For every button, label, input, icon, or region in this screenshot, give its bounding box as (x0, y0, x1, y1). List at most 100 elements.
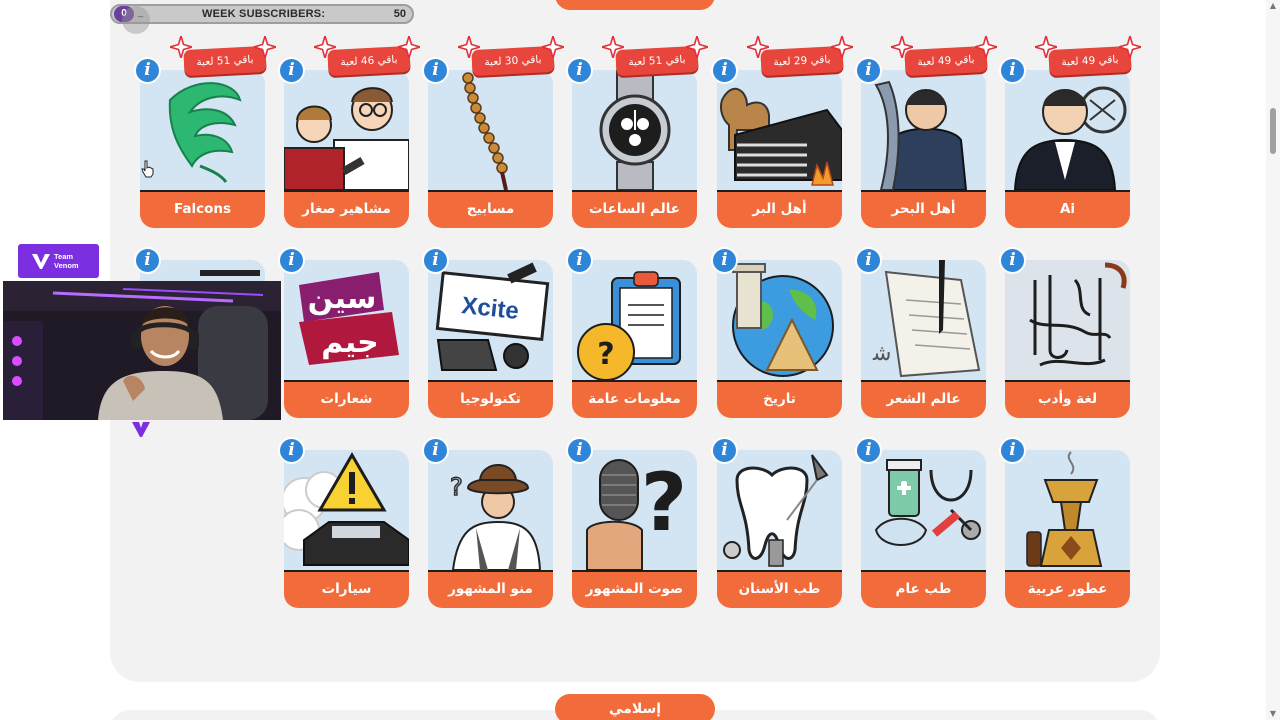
category-card-kids-celebrities[interactable]: i باقي 46 لعبة مشاهير صغار (278, 36, 420, 228)
info-icon[interactable]: i (855, 247, 882, 274)
arabic-calligraphy-icon (1005, 260, 1130, 380)
category-card-who-is-famous[interactable]: i ? منو المشهور (422, 437, 553, 608)
section-header-islamic[interactable]: إسلامي (555, 694, 715, 720)
info-icon[interactable]: i (711, 437, 738, 464)
category-label: عطور عربية (1005, 570, 1130, 608)
info-icon[interactable]: i (134, 57, 161, 84)
category-card-arabic-perfumes[interactable]: i عطور عربية (999, 437, 1130, 608)
info-icon[interactable]: i (711, 57, 738, 84)
category-label: طب الأسنان (717, 570, 842, 608)
category-label: طب عام (861, 570, 986, 608)
incense-burner-icon (1005, 450, 1130, 570)
team-badge: Team Venom (18, 244, 99, 278)
category-label: أهل البر (717, 190, 842, 228)
info-icon[interactable]: i (999, 437, 1026, 464)
info-icon[interactable]: i (422, 247, 449, 274)
info-icon[interactable]: i (855, 437, 882, 464)
clipboard-question-icon: ? (572, 260, 697, 380)
info-icon[interactable]: i (278, 57, 305, 84)
category-label: تاريخ (717, 380, 842, 418)
info-icon[interactable]: i (566, 247, 593, 274)
category-card-general-knowledge[interactable]: i ? معلومات عامة (566, 247, 697, 418)
section-header-pill-top[interactable] (555, 0, 715, 10)
tooth-icon (717, 450, 842, 570)
week-subscribers-goal-bar: 0 _ WEEK SUBSCRIBERS: 50 (110, 4, 414, 24)
poetry-paper-icon: ﺷ (861, 260, 986, 380)
sparkle-icon (1119, 36, 1141, 58)
kids-celebrities-icon (284, 70, 409, 190)
fisherman-icon (861, 70, 986, 190)
webcam-feed (3, 281, 281, 420)
info-icon[interactable]: i (999, 57, 1026, 84)
category-card-language-literature[interactable]: i لغة وأدب (999, 247, 1130, 418)
category-card-famous-voice[interactable]: i ? صوت المشهور (566, 437, 697, 608)
category-card-cars[interactable]: i سيارات (278, 437, 409, 608)
car-warning-icon (284, 450, 409, 570)
category-card-logos[interactable]: i سين جيم شعارات (278, 247, 409, 418)
category-label: صوت المشهور (572, 570, 697, 608)
page-scrollbar[interactable]: ▲ ▼ (1266, 0, 1280, 720)
category-label: شعارات (284, 380, 409, 418)
info-icon[interactable]: i (999, 247, 1026, 274)
category-card-sea-people[interactable]: i باقي 49 لعبة أهل البحر (855, 36, 997, 228)
globe-history-icon (717, 260, 842, 380)
category-card-general-medicine[interactable]: i طب عام (855, 437, 986, 608)
sparkle-icon (398, 36, 420, 58)
info-icon[interactable]: i (422, 57, 449, 84)
sparkle-icon (831, 36, 853, 58)
camel-tent-icon (717, 70, 842, 190)
ai-person-icon (1005, 70, 1130, 190)
logos-icon: سين جيم (284, 260, 409, 380)
svg-text:ﺷ: ﺷ (872, 341, 891, 366)
category-label: عالم الشعر (861, 380, 986, 418)
sparkle-icon (542, 36, 564, 58)
category-card-desert-people[interactable]: i باقي 29 لعبة أهل البر (711, 36, 853, 228)
category-label: مسابيح (428, 190, 553, 228)
category-card-watches[interactable]: i باقي 51 لعبة عالم الساعات (566, 36, 708, 228)
scroll-down-arrow-icon[interactable]: ▼ (1269, 710, 1277, 718)
category-card-poetry[interactable]: i ﺷ عالم الشعر (855, 247, 986, 418)
wristwatch-icon (572, 70, 697, 190)
category-label: سيارات (284, 570, 409, 608)
medical-kit-icon (861, 450, 986, 570)
svg-text:جيم: جيم (321, 325, 378, 360)
info-icon[interactable]: i (566, 57, 593, 84)
info-icon[interactable]: i (278, 247, 305, 274)
category-card-prayer-beads[interactable]: i باقي 30 لعبة مسابيح (422, 36, 564, 228)
info-icon[interactable]: i (134, 247, 161, 274)
category-label: منو المشهور (428, 570, 553, 608)
category-card-ai[interactable]: i باقي 49 لعبة Ai (999, 36, 1141, 228)
hand-cursor-icon (141, 160, 154, 178)
cursor-highlight (122, 6, 150, 34)
category-label: تكنولوجيا (428, 380, 553, 418)
prayer-beads-icon (428, 70, 553, 190)
sparkle-icon (975, 36, 997, 58)
svg-text:?: ? (597, 337, 614, 372)
mystery-man-icon: ? (428, 450, 553, 570)
sparkle-icon (686, 36, 708, 58)
category-label: مشاهير صغار (284, 190, 409, 228)
svg-text:?: ? (450, 473, 463, 501)
category-label: Ai (1005, 190, 1130, 228)
svg-text:سين: سين (308, 281, 377, 316)
venom-logo-icon (32, 254, 50, 269)
category-card-falcons[interactable]: i باقي 51 لعبة Falcons (134, 36, 276, 228)
subscriber-label: WEEK SUBSCRIBERS: (202, 8, 326, 20)
scrollbar-thumb[interactable] (1270, 108, 1276, 154)
info-icon[interactable]: i (566, 437, 593, 464)
category-card-history[interactable]: i تاريخ (711, 247, 842, 418)
info-icon[interactable]: i (711, 247, 738, 274)
category-label: عالم الساعات (572, 190, 697, 228)
svg-text:?: ? (641, 456, 687, 549)
info-icon[interactable]: i (855, 57, 882, 84)
category-card-dentistry[interactable]: i طب الأسنان (711, 437, 842, 608)
venom-watermark-icon (132, 422, 150, 437)
xcite-tech-icon: Xcite (428, 260, 553, 380)
info-icon[interactable]: i (278, 437, 305, 464)
category-label: أهل البحر (861, 190, 986, 228)
subscriber-goal: 50 (393, 8, 406, 20)
category-label: Falcons (140, 190, 265, 228)
category-card-technology[interactable]: i Xcite تكنولوجيا (422, 247, 553, 418)
info-icon[interactable]: i (422, 437, 449, 464)
scroll-up-arrow-icon[interactable]: ▲ (1269, 2, 1277, 10)
